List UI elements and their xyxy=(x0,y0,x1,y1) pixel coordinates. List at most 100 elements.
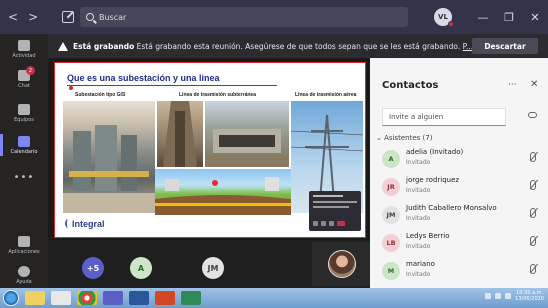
rail-item-apps[interactable]: Aplicaciones xyxy=(0,236,48,255)
back-arrow-icon[interactable]: < xyxy=(8,10,18,24)
logo-text: Integral xyxy=(72,219,105,229)
participant-avatar[interactable]: A xyxy=(130,257,152,279)
rail-item-chat[interactable]: 2 Chat xyxy=(0,66,48,89)
profile-initials: VL xyxy=(438,13,448,21)
close-window-button[interactable]: ✕ xyxy=(522,11,548,24)
invite-placeholder: Invite a alguien xyxy=(389,113,444,121)
rail-label: Chat xyxy=(18,83,30,89)
participant-role: Invitado xyxy=(406,271,431,278)
warning-icon xyxy=(58,41,68,51)
compose-icon[interactable] xyxy=(62,11,74,23)
participant-avatar: A xyxy=(382,150,400,168)
rail-label: Aplicaciones xyxy=(8,249,40,255)
rail-label: Equipos xyxy=(14,117,34,123)
participant-row[interactable]: LB Ledys Berrio Invitado xyxy=(378,230,544,256)
invite-input[interactable]: Invite a alguien xyxy=(382,108,506,126)
search-icon xyxy=(86,13,94,21)
integral-logo-icon xyxy=(65,219,71,228)
panel-title: Contactos xyxy=(382,80,439,91)
calendar-icon xyxy=(18,136,30,147)
contacts-panel: Contactos ··· ✕ Invite a alguien ⌄ Asist… xyxy=(370,58,548,288)
rail-label: Calendario xyxy=(10,149,38,155)
overflow-participants[interactable]: +5 xyxy=(82,257,104,279)
participant-avatar[interactable]: JM xyxy=(202,257,224,279)
recording-banner: Está grabando Está grabando esta reunión… xyxy=(48,34,548,58)
participant-avatar: LB xyxy=(382,234,400,252)
powerpoint-icon[interactable] xyxy=(155,291,175,305)
mic-muted-icon xyxy=(530,152,536,162)
participant-row[interactable]: JR jorge rodriquez Invitado xyxy=(378,174,544,200)
apps-icon xyxy=(18,236,30,247)
media-player-icon[interactable] xyxy=(51,291,71,305)
history-nav: < > xyxy=(0,10,60,24)
participant-row[interactable]: M mariano Invitado xyxy=(378,258,544,284)
popup-buttons xyxy=(313,221,345,226)
shared-slide: Que es una subestación y una linea Subes… xyxy=(54,62,366,238)
battery-icon[interactable] xyxy=(505,293,512,299)
popup-text-line xyxy=(313,195,343,197)
mic-muted-icon xyxy=(530,236,536,246)
rail-item-teams[interactable]: Equipos xyxy=(0,104,48,123)
close-panel-icon[interactable]: ✕ xyxy=(530,79,538,90)
caption-gis: Subestación tipo GIS xyxy=(75,92,126,98)
teams-taskbar-icon[interactable] xyxy=(103,291,123,305)
rail-item-calendar[interactable]: Calendario xyxy=(0,136,48,155)
start-button-icon[interactable] xyxy=(3,290,19,306)
more-apps-icon[interactable]: ••• xyxy=(0,172,48,183)
search-input[interactable]: Buscar xyxy=(80,7,408,27)
network-icon[interactable] xyxy=(485,293,492,299)
excel-icon[interactable] xyxy=(181,291,201,305)
popup-button[interactable] xyxy=(313,221,318,226)
caption-overhead: Línea de trasmisión aérea xyxy=(295,92,357,98)
search-placeholder: Buscar xyxy=(99,12,127,22)
popup-button[interactable] xyxy=(329,221,334,226)
underground-line-photo xyxy=(205,101,289,167)
participant-row[interactable]: JM Judith Caballero Monsalvo Invitado xyxy=(378,202,544,228)
caption-underground: Línea de trasmisión subterránea xyxy=(179,92,256,98)
illustration-underground xyxy=(155,169,291,215)
chrome-icon[interactable] xyxy=(77,291,97,305)
rail-item-help[interactable]: Ayuda xyxy=(0,266,48,285)
teams-icon xyxy=(18,104,30,115)
popup-button[interactable] xyxy=(321,221,326,226)
help-icon xyxy=(18,266,30,277)
stop-sharing-button[interactable] xyxy=(337,221,345,226)
bell-icon xyxy=(18,40,30,51)
self-video-tile[interactable] xyxy=(312,242,370,286)
recording-message: Está grabando Está grabando esta reunión… xyxy=(73,42,473,51)
forward-arrow-icon[interactable]: > xyxy=(28,10,38,24)
rail-label: Actividad xyxy=(12,53,36,59)
clock-date: 13/06/2020 xyxy=(515,296,544,302)
mic-muted-icon xyxy=(530,180,536,190)
attendees-header[interactable]: ⌄ Asistentes (7) xyxy=(376,134,432,142)
sharing-control-popup[interactable] xyxy=(309,191,361,231)
trench-photo xyxy=(157,101,203,167)
gis-substation-photo xyxy=(63,101,155,213)
dismiss-button[interactable]: Descartar xyxy=(472,38,538,54)
participant-name: Judith Caballero Monsalvo xyxy=(406,204,497,212)
volume-icon[interactable] xyxy=(495,293,502,299)
participants-strip: +5 A JM xyxy=(48,240,370,288)
explorer-icon[interactable] xyxy=(25,291,45,305)
clock[interactable]: 10:35 a.m. 13/06/2020 xyxy=(515,290,544,302)
mic-muted-icon xyxy=(530,208,536,218)
participant-name: adelia (Invitado) xyxy=(406,148,464,156)
maximize-button[interactable]: ❐ xyxy=(496,11,522,24)
participant-role: Invitado xyxy=(406,215,431,222)
rail-item-activity[interactable]: Actividad xyxy=(0,40,48,59)
word-icon[interactable] xyxy=(129,291,149,305)
minimize-button[interactable]: — xyxy=(470,11,496,24)
integral-logo: Integral xyxy=(65,219,105,229)
popup-text-line xyxy=(313,201,357,203)
attendees-label: Asistentes (7) xyxy=(384,134,433,142)
bullet-dot xyxy=(69,86,73,90)
title-underline xyxy=(67,85,277,86)
profile-avatar[interactable]: VL xyxy=(434,8,454,27)
participant-avatar: JM xyxy=(382,206,400,224)
recording-label: Está grabando xyxy=(73,41,135,51)
more-options-icon[interactable]: ··· xyxy=(508,80,517,90)
copy-link-icon[interactable] xyxy=(528,112,537,118)
participant-role: Invitado xyxy=(406,243,431,250)
participant-row[interactable]: A adelia (Invitado) Invitado xyxy=(378,146,544,172)
participant-role: Invitado xyxy=(406,159,431,166)
